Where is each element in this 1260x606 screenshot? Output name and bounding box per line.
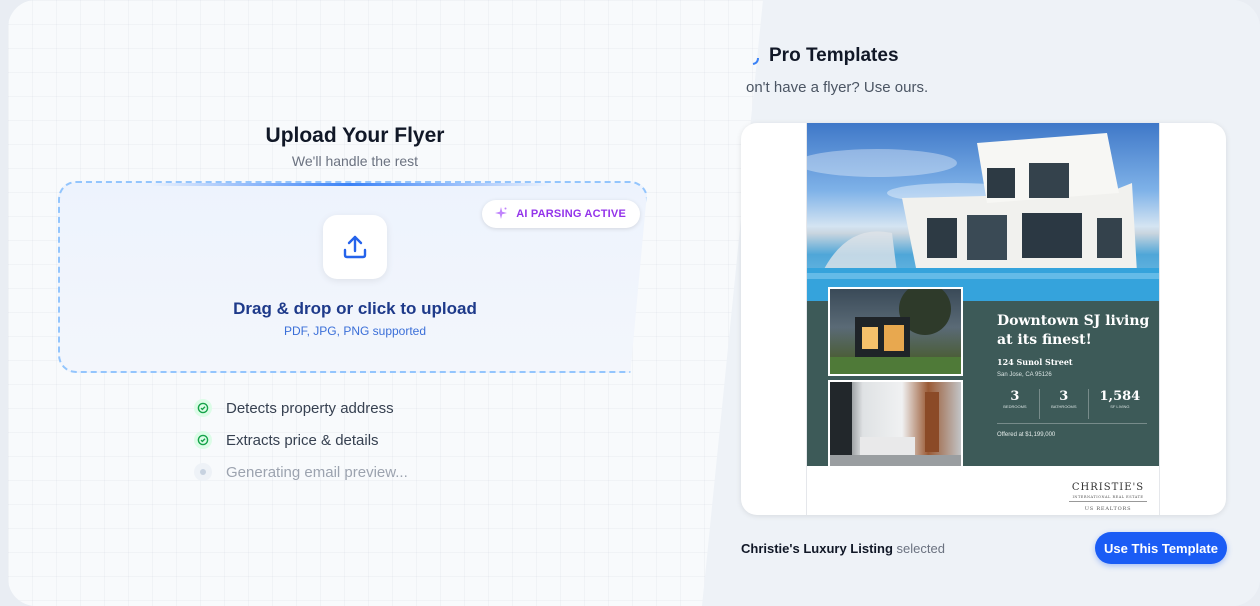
feature-label: Extracts price & details xyxy=(226,431,379,449)
stat: 3 BATHROOMS xyxy=(1040,389,1089,419)
feature-label: Generating email preview... xyxy=(226,463,408,481)
upload-panel: Upload Your Flyer We'll handle the rest … xyxy=(8,0,763,606)
feature-item-pending: Generating email preview... xyxy=(194,462,408,482)
app-frame: Upload Your Flyer We'll handle the rest … xyxy=(8,0,1260,606)
upload-dropzone[interactable]: AI PARSING ACTIVE Drag & drop or click t… xyxy=(58,181,648,373)
logo-subline: INTERNATIONAL REAL ESTATE xyxy=(1072,495,1144,499)
pending-dot-icon xyxy=(194,463,212,481)
supported-formats: PDF, JPG, PNG supported xyxy=(283,324,427,338)
flyer-footer: CHRISTIE'S INTERNATIONAL REAL ESTATE US … xyxy=(807,466,1159,515)
sparkle-icon xyxy=(494,206,508,223)
exterior-photo xyxy=(828,287,963,376)
selected-template-name: Christie's Luxury Listing xyxy=(741,541,893,556)
templates-title: Pro Templates xyxy=(769,45,899,66)
flyer-preview: Downtown SJ living at its finest! 124 Su… xyxy=(806,123,1160,515)
ai-parsing-badge: AI PARSING ACTIVE xyxy=(482,200,640,228)
use-template-button[interactable]: Use This Template xyxy=(1095,532,1227,564)
christies-logo: CHRISTIE'S xyxy=(1071,482,1145,493)
stat: 1,584 SF LIVING xyxy=(1099,389,1141,409)
template-icon xyxy=(752,57,759,65)
template-card[interactable]: Downtown SJ living at its finest! 124 Su… xyxy=(741,123,1226,515)
upload-subtitle: We'll handle the rest xyxy=(291,153,419,169)
flyer-offer: Offered at $1,199,000 xyxy=(997,432,1056,438)
check-circle-icon xyxy=(194,431,212,449)
flyer-city: San Jose, CA 95126 xyxy=(997,372,1052,378)
feature-label: Detects property address xyxy=(226,399,394,417)
templates-subtitle: on't have a flyer? Use ours. xyxy=(746,79,929,96)
ai-badge-label: AI PARSING ACTIVE xyxy=(516,208,626,220)
feature-list: Detects property address Extracts price … xyxy=(194,398,408,494)
logo-realtors: US REALTORS xyxy=(1084,506,1132,512)
selected-template-label: Christie's Luxury Listing selected xyxy=(741,541,945,556)
logo-rule xyxy=(1069,501,1147,502)
hero-photo xyxy=(807,123,1159,301)
stat: 3 BEDROOMS xyxy=(991,389,1040,419)
feature-item: Extracts price & details xyxy=(194,430,408,450)
upload-icon[interactable] xyxy=(323,215,387,279)
progress-glow xyxy=(150,183,550,186)
flyer-street: 124 Sunol Street xyxy=(997,357,1073,367)
flyer-headline: Downtown SJ living at its finest! xyxy=(997,313,1150,348)
flyer-divider xyxy=(997,423,1147,424)
interior-photo xyxy=(828,380,963,469)
dropzone-label: Drag & drop or click to upload xyxy=(233,299,477,318)
check-circle-icon xyxy=(194,399,212,417)
flyer-stats: 3 BEDROOMS 3 BATHROOMS 1,584 SF LIVING xyxy=(991,389,1151,419)
upload-title: Upload Your Flyer xyxy=(265,124,445,147)
selected-suffix: selected xyxy=(896,541,945,556)
feature-item: Detects property address xyxy=(194,398,408,418)
